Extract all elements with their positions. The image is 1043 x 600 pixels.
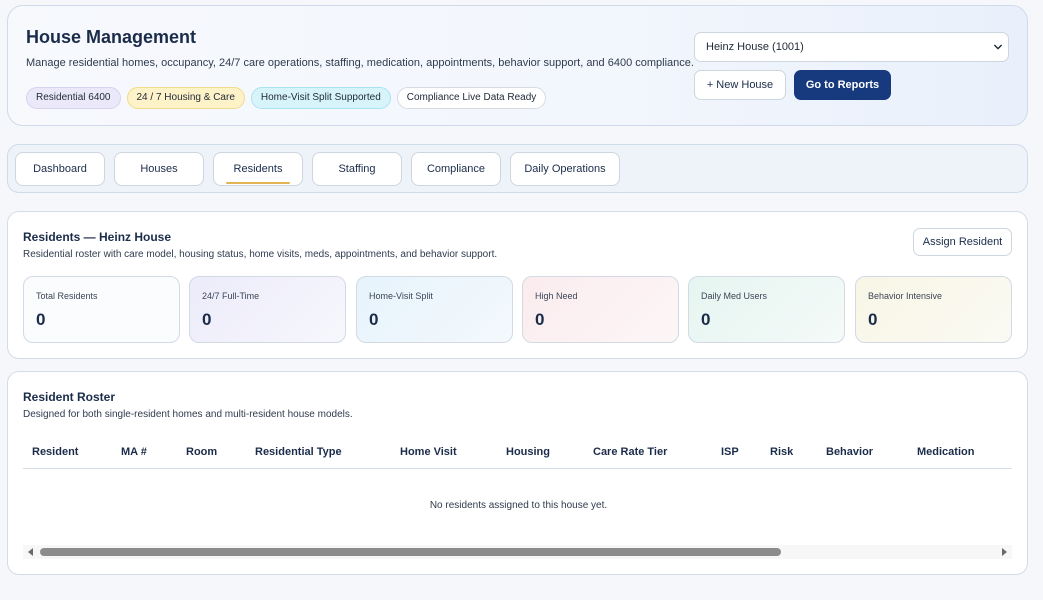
column-header-risk[interactable]: Risk bbox=[770, 446, 793, 458]
tab-bar: Dashboard Houses Residents Staffing Comp… bbox=[7, 144, 1028, 193]
scroll-right-arrow-icon[interactable] bbox=[1000, 548, 1008, 556]
column-header-ma-number[interactable]: MA # bbox=[121, 446, 147, 458]
roster-description: Designed for both single-resident homes … bbox=[23, 409, 353, 420]
stat-value: 0 bbox=[535, 310, 545, 329]
column-header-medication[interactable]: Medication bbox=[917, 446, 974, 458]
chevron-down-icon bbox=[994, 44, 1002, 50]
go-to-reports-button[interactable]: Go to Reports bbox=[794, 70, 891, 100]
feature-chips: Residential 6400 24 / 7 Housing & Care H… bbox=[26, 87, 547, 109]
stat-total-residents: Total Residents 0 bbox=[23, 276, 180, 343]
stat-daily-med-users: Daily Med Users 0 bbox=[688, 276, 845, 343]
stat-home-visit-split: Home-Visit Split 0 bbox=[356, 276, 513, 343]
tab-daily-operations[interactable]: Daily Operations bbox=[510, 152, 620, 186]
chip-compliance-ready: Compliance Live Data Ready bbox=[396, 87, 547, 109]
column-header-isp[interactable]: ISP bbox=[721, 446, 739, 458]
new-house-button[interactable]: + New House bbox=[694, 70, 786, 100]
stat-value: 0 bbox=[701, 310, 711, 329]
residents-summary-card: Residents — Heinz House Residential rost… bbox=[7, 211, 1028, 359]
roster-table-header: Resident MA # Room Residential Type Home… bbox=[23, 434, 1012, 469]
roster-title: Resident Roster bbox=[23, 390, 116, 404]
resident-roster-card: Resident Roster Designed for both single… bbox=[7, 371, 1028, 575]
house-select[interactable]: Heinz House (1001) bbox=[694, 32, 1009, 62]
stat-high-need: High Need 0 bbox=[522, 276, 679, 343]
column-header-resident[interactable]: Resident bbox=[32, 446, 78, 458]
tab-dashboard[interactable]: Dashboard bbox=[15, 152, 105, 186]
column-header-home-visit[interactable]: Home Visit bbox=[400, 446, 457, 458]
page-description: Manage residential homes, occupancy, 24/… bbox=[26, 57, 694, 69]
stat-label: Home-Visit Split bbox=[369, 291, 433, 301]
house-management-header: House Management Manage residential home… bbox=[7, 5, 1028, 126]
chip-residential-6400: Residential 6400 bbox=[26, 87, 121, 109]
chip-housing-care: 24 / 7 Housing & Care bbox=[126, 87, 245, 109]
stat-behavior-intensive: Behavior Intensive 0 bbox=[855, 276, 1012, 343]
stat-label: 24/7 Full-Time bbox=[202, 291, 260, 301]
chip-home-visit-split: Home-Visit Split Supported bbox=[250, 87, 391, 109]
stat-value: 0 bbox=[868, 310, 878, 329]
stat-label: High Need bbox=[535, 291, 578, 301]
tab-residents[interactable]: Residents bbox=[213, 152, 303, 186]
empty-roster-message: No residents assigned to this house yet. bbox=[429, 500, 608, 511]
house-select-value: Heinz House (1001) bbox=[706, 41, 804, 53]
stat-label: Behavior Intensive bbox=[868, 291, 943, 301]
scrollbar-thumb[interactable] bbox=[40, 548, 781, 556]
horizontal-scrollbar[interactable] bbox=[23, 545, 1012, 559]
tab-staffing[interactable]: Staffing bbox=[312, 152, 402, 186]
stat-label: Total Residents bbox=[36, 291, 98, 301]
stat-full-time: 24/7 Full-Time 0 bbox=[189, 276, 346, 343]
column-header-residential-type[interactable]: Residential Type bbox=[255, 446, 342, 458]
residents-title: Residents — Heinz House bbox=[23, 230, 172, 244]
stat-value: 0 bbox=[369, 310, 379, 329]
assign-resident-button[interactable]: Assign Resident bbox=[913, 228, 1012, 256]
stat-label: Daily Med Users bbox=[701, 291, 768, 301]
column-header-behavior[interactable]: Behavior bbox=[826, 446, 873, 458]
page-title: House Management bbox=[26, 27, 197, 47]
column-header-housing[interactable]: Housing bbox=[506, 446, 550, 458]
column-header-room[interactable]: Room bbox=[186, 446, 217, 458]
stat-value: 0 bbox=[202, 310, 212, 329]
tab-compliance[interactable]: Compliance bbox=[411, 152, 501, 186]
tab-houses[interactable]: Houses bbox=[114, 152, 204, 186]
residents-description: Residential roster with care model, hous… bbox=[23, 249, 498, 260]
stat-value: 0 bbox=[36, 310, 46, 329]
scroll-left-arrow-icon[interactable] bbox=[27, 548, 35, 556]
column-header-care-rate-tier[interactable]: Care Rate Tier bbox=[593, 446, 667, 458]
